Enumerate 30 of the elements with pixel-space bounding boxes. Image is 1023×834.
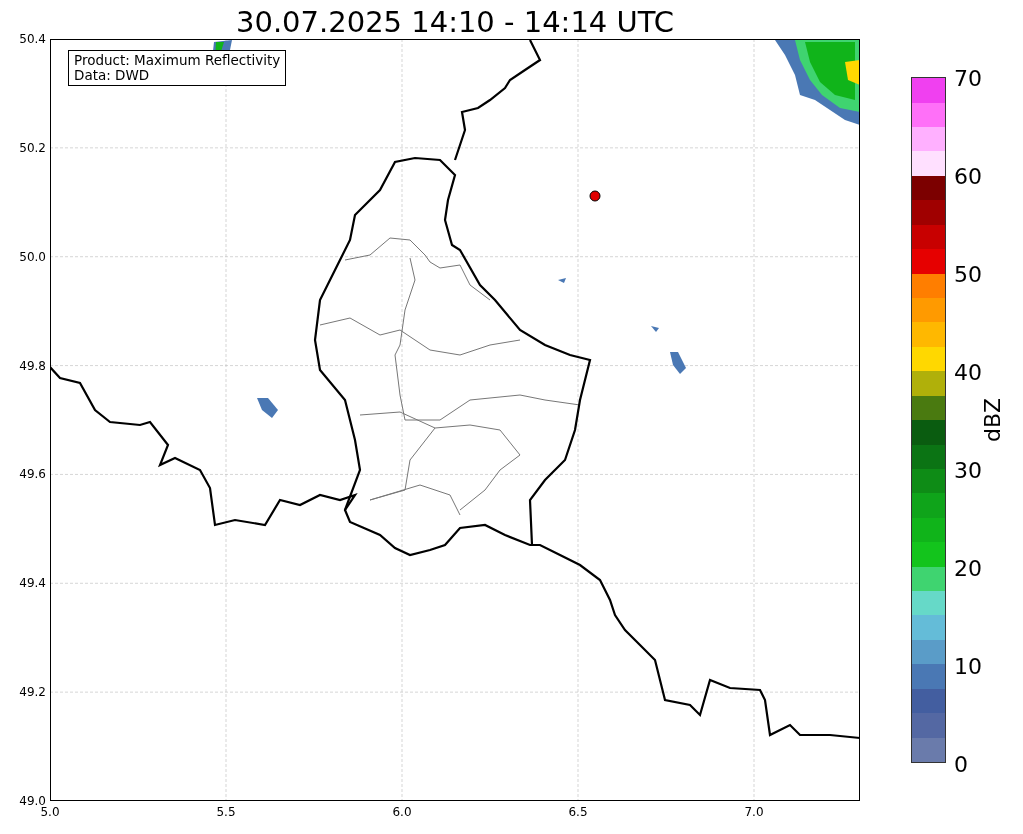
chart-title: 30.07.2025 14:10 - 14:14 UTC bbox=[235, 4, 675, 39]
location-marker bbox=[589, 190, 601, 202]
colorbar-tick-label: 20 bbox=[954, 555, 982, 581]
y-tick-label: 49.4 bbox=[19, 576, 46, 591]
y-tick-label: 50.4 bbox=[19, 32, 46, 46]
colorbar-tick-label: 0 bbox=[954, 751, 968, 777]
radar-echo bbox=[558, 278, 566, 283]
y-tick-label: 50.2 bbox=[19, 140, 46, 155]
x-tick-label: 6.0 bbox=[392, 805, 412, 819]
colorbar-tick-label: 60 bbox=[954, 163, 982, 189]
x-tick-label: 6.5 bbox=[568, 805, 588, 819]
colorbar-tick-label: 50 bbox=[954, 261, 982, 287]
radar-echo bbox=[257, 398, 278, 418]
x-tick-label: 5.0 bbox=[40, 805, 60, 819]
x-tick-label: 7.0 bbox=[744, 805, 764, 819]
colorbar-tick-label: 70 bbox=[954, 65, 982, 91]
radar-echo bbox=[670, 352, 686, 374]
colorbar-tick-label: 10 bbox=[954, 653, 982, 679]
y-tick-label: 49.6 bbox=[19, 467, 46, 482]
colorbar-tick-label: 30 bbox=[954, 457, 982, 483]
y-tick-label: 49.8 bbox=[19, 358, 46, 373]
radar-echo bbox=[651, 326, 659, 332]
y-tick-label: 49.2 bbox=[19, 685, 46, 700]
legend-text: Product: Maximum Reflectivity bbox=[74, 53, 281, 68]
colorbar-tick-label: 40 bbox=[954, 359, 982, 385]
legend-text: Data: DWD bbox=[74, 68, 151, 83]
colorbar-label: dBZ bbox=[979, 397, 1005, 443]
y-tick-label: 50.0 bbox=[19, 249, 46, 264]
x-tick-label: 5.5 bbox=[216, 805, 236, 819]
y-tick-label: 49.0 bbox=[19, 794, 46, 808]
